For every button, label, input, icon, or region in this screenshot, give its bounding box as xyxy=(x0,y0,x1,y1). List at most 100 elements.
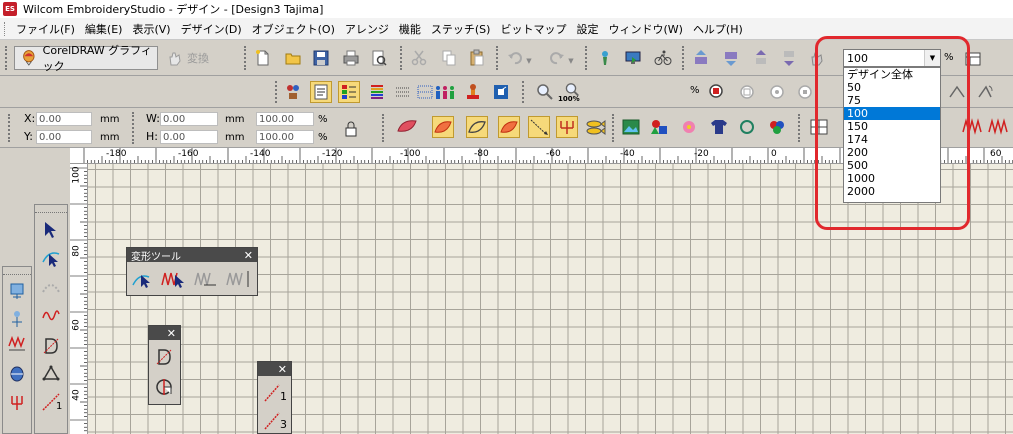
line-3-tool-button[interactable]: 3 xyxy=(262,410,287,432)
wave-tool-button[interactable] xyxy=(40,305,62,327)
leaf-shape-button[interactable] xyxy=(396,116,418,138)
cut-button[interactable] xyxy=(408,47,430,69)
transform-stitch2-button[interactable] xyxy=(225,268,253,290)
palette-tool-3[interactable] xyxy=(6,333,28,355)
line-1-button[interactable]: 1 xyxy=(40,391,62,413)
toolbar-grip[interactable] xyxy=(8,114,11,142)
toolbar-grip[interactable] xyxy=(5,46,8,70)
order-up-button[interactable] xyxy=(690,47,712,69)
convert-button[interactable]: 変換 xyxy=(162,46,218,70)
close-icon[interactable]: ✕ xyxy=(244,249,253,262)
redo-dropdown[interactable]: ▼ xyxy=(566,50,576,72)
import-button[interactable] xyxy=(594,47,616,69)
zoom-button[interactable] xyxy=(534,81,556,103)
palette-grip[interactable] xyxy=(3,267,31,275)
menu-function[interactable]: 機能 xyxy=(394,21,426,37)
d-shape-tool-button[interactable] xyxy=(40,335,62,357)
print-preview-button[interactable] xyxy=(368,47,390,69)
width-field[interactable] xyxy=(160,112,218,126)
toolbar-grip[interactable] xyxy=(798,114,801,142)
line-1-tool-button[interactable]: 1 xyxy=(262,382,287,404)
scale-width-field[interactable] xyxy=(256,112,314,126)
coreldraw-graphics-button[interactable]: CorelDRAW グラフィック xyxy=(14,44,158,73)
undo-dropdown[interactable]: ▼ xyxy=(524,50,534,72)
design-info-button[interactable] xyxy=(310,81,332,103)
menu-file[interactable]: ファイル(F) xyxy=(11,21,80,37)
order-back-button[interactable] xyxy=(778,47,800,69)
save-button[interactable] xyxy=(310,47,332,69)
copy-button[interactable] xyxy=(438,47,460,69)
toolbar-grip[interactable] xyxy=(244,46,247,70)
transform-zigzag-button[interactable] xyxy=(160,268,188,290)
close-icon[interactable]: ✕ xyxy=(278,363,287,376)
3d-view-button[interactable] xyxy=(490,81,512,103)
zoom-extents-button[interactable] xyxy=(794,81,816,103)
open-file-button[interactable] xyxy=(282,47,304,69)
appliqué-button[interactable] xyxy=(678,116,700,138)
palette-tool-4[interactable] xyxy=(6,363,28,385)
menu-stitch[interactable]: ステッチ(S) xyxy=(426,21,496,37)
undo-button[interactable] xyxy=(504,47,526,69)
select-tool-button[interactable] xyxy=(40,219,62,241)
zoom-selected-button[interactable] xyxy=(736,81,758,103)
zigzag2-stitch-button[interactable] xyxy=(988,116,1010,138)
scale-height-field[interactable] xyxy=(256,130,314,144)
stamp-button[interactable] xyxy=(462,81,484,103)
menu-view[interactable]: 表示(V) xyxy=(127,21,175,37)
order-front-button[interactable] xyxy=(750,47,772,69)
shapes-button[interactable] xyxy=(648,116,670,138)
zoom-box-button[interactable] xyxy=(706,81,728,103)
paste-button[interactable] xyxy=(466,47,488,69)
show-grid-button[interactable] xyxy=(414,81,436,103)
d-shape-button[interactable] xyxy=(153,346,175,368)
menu-design[interactable]: デザイン(D) xyxy=(176,21,247,37)
toolbar-grip[interactable] xyxy=(522,81,525,103)
order-down-button[interactable] xyxy=(720,47,742,69)
toolbar-grip[interactable] xyxy=(382,114,385,142)
picture-button[interactable] xyxy=(620,116,642,138)
menu-arrange[interactable]: アレンジ xyxy=(340,21,394,37)
redo-button[interactable] xyxy=(546,47,568,69)
transform-select-button[interactable] xyxy=(130,268,158,290)
zoom-fit-button[interactable] xyxy=(766,81,788,103)
y-field[interactable] xyxy=(36,130,92,144)
palette-tool-5[interactable] xyxy=(6,393,28,415)
hoop-button[interactable] xyxy=(736,116,758,138)
design-view-button[interactable] xyxy=(282,81,304,103)
transform-tools-header[interactable]: 変形ツール ✕ xyxy=(127,248,257,263)
send-to-machine-button[interactable] xyxy=(622,47,644,69)
close-icon[interactable]: ✕ xyxy=(167,327,176,340)
reshape-tool-button[interactable] xyxy=(40,247,62,269)
tatami-fill-button[interactable] xyxy=(498,116,520,138)
stitch-player-button[interactable] xyxy=(652,47,674,69)
print-button[interactable] xyxy=(340,47,362,69)
toolbar-grip[interactable] xyxy=(275,81,278,103)
fish-motif-button[interactable] xyxy=(584,116,606,138)
circle-cut-button[interactable] xyxy=(153,376,175,398)
garment-button[interactable] xyxy=(708,116,730,138)
new-file-button[interactable] xyxy=(252,47,274,69)
color-wheel-button[interactable] xyxy=(766,116,788,138)
outline-shape-button[interactable] xyxy=(466,116,488,138)
menubar-grip[interactable] xyxy=(4,21,7,36)
menu-edit[interactable]: 編集(E) xyxy=(80,21,128,37)
line-panel-header[interactable]: ✕ xyxy=(258,362,291,376)
show-people-button[interactable] xyxy=(434,81,456,103)
palette-tool-2[interactable] xyxy=(6,307,28,329)
x-field[interactable] xyxy=(36,112,92,126)
triangle-nodes-button[interactable] xyxy=(40,363,62,385)
zoom-100-button[interactable]: 100% xyxy=(558,81,582,103)
fork-stitch-button[interactable] xyxy=(556,116,578,138)
rotate-button[interactable] xyxy=(974,81,996,103)
color-list-button[interactable] xyxy=(338,81,360,103)
run-line-button[interactable] xyxy=(528,116,550,138)
proportional-lock-button[interactable] xyxy=(340,118,362,140)
palette-grip[interactable] xyxy=(35,205,67,213)
color-bar-button[interactable] xyxy=(366,81,388,103)
menu-help[interactable]: ヘルプ(H) xyxy=(688,21,748,37)
menu-settings[interactable]: 設定 xyxy=(571,21,603,37)
menu-window[interactable]: ウィンドウ(W) xyxy=(603,21,687,37)
palette-tool-1[interactable] xyxy=(6,279,28,301)
arc-tool-button[interactable] xyxy=(40,277,62,299)
transform-stitch-button[interactable] xyxy=(193,268,221,290)
